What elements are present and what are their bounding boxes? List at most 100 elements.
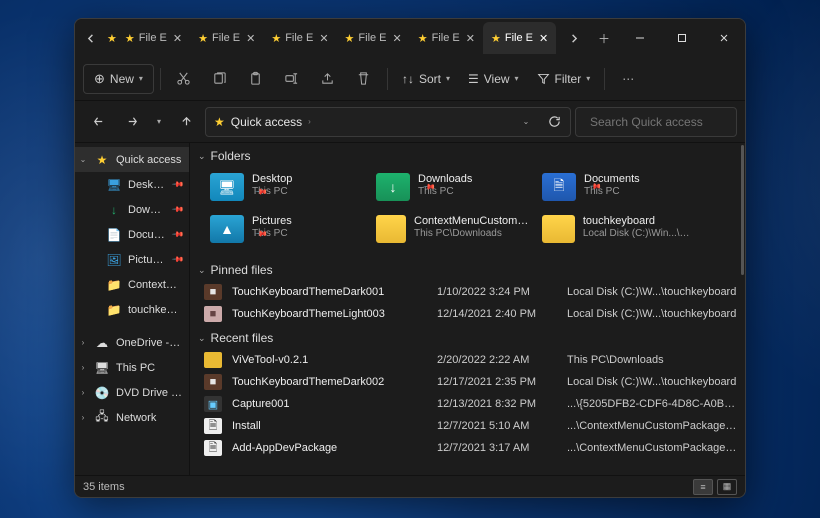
tab-4[interactable]: ★File E✕: [410, 22, 483, 54]
address-dropdown[interactable]: ⌄: [514, 117, 538, 126]
sidebar-item-onedrive-personal[interactable]: ›☁OneDrive - Personal: [75, 330, 189, 355]
group-label: Folders: [211, 149, 251, 163]
chevron-down-icon: ▾: [446, 74, 450, 83]
close-icon[interactable]: ✕: [391, 30, 404, 47]
maximize-button[interactable]: [661, 19, 703, 57]
filter-button[interactable]: Filter ▾: [529, 64, 599, 94]
file-name: Add-AppDevPackage: [232, 442, 427, 454]
sidebar-item-contextmenucust[interactable]: 📁ContextMenuCust: [75, 272, 189, 297]
file-row[interactable]: ■TouchKeyboardThemeLight00312/14/2021 2:…: [190, 303, 745, 325]
file-location: ...\{5205DFB2-CDF6-4D8C-A0B1-3...: [567, 398, 737, 410]
folder-touchkeyboard[interactable]: touchkeyboardLocal Disk (C:)\Win...\Web: [536, 211, 702, 253]
file-name: TouchKeyboardThemeLight003: [232, 308, 427, 320]
search-box[interactable]: [575, 107, 737, 137]
close-icon[interactable]: ✕: [317, 30, 330, 47]
search-input[interactable]: [590, 115, 745, 129]
refresh-button[interactable]: [542, 115, 566, 128]
file-row[interactable]: 🗎Add-AppDevPackage12/7/2021 3:17 AM...\C…: [190, 437, 745, 459]
folder-pictures[interactable]: ▲PicturesThis PC📌: [204, 211, 370, 253]
close-icon[interactable]: ✕: [464, 30, 477, 47]
pin-icon: 📌: [171, 228, 184, 241]
folder-documents[interactable]: 🗎DocumentsThis PC📌: [536, 169, 702, 211]
nav-recent-button[interactable]: ▾: [151, 107, 167, 137]
nav-up-button[interactable]: [171, 107, 201, 137]
copy-button[interactable]: [203, 64, 237, 94]
address-bar[interactable]: ★ Quick access › ⌄: [205, 107, 571, 137]
file-row[interactable]: ■TouchKeyboardThemeDark0011/10/2022 3:24…: [190, 281, 745, 303]
tab-2[interactable]: ★File E✕: [263, 22, 336, 54]
breadcrumb[interactable]: ★ Quick access ›: [210, 108, 315, 136]
folder-icon: 📁: [106, 303, 122, 317]
sidebar-quick-access[interactable]: ⌄ ★ Quick access: [75, 147, 189, 172]
sidebar-item-dvd-drive-d-ccco[interactable]: ›💿DVD Drive (D:) CCCO: [75, 380, 189, 405]
file-row[interactable]: ▣Capture00112/13/2021 8:32 PM...\{5205DF…: [190, 393, 745, 415]
sidebar-item-touchkeyboard[interactable]: 📁touchkeyboard: [75, 297, 189, 322]
folder-icon: 🖼: [106, 253, 122, 267]
group-folders-header[interactable]: ⌄ Folders: [190, 143, 745, 167]
cut-button[interactable]: [167, 64, 201, 94]
filter-label: Filter: [555, 72, 582, 86]
share-button[interactable]: [311, 64, 345, 94]
tab-forward-button[interactable]: [559, 24, 587, 52]
file-explorer-window: ★ ★File E✕★File E✕★File E✕★File E✕★File …: [74, 18, 746, 498]
chevron-right-icon: ›: [78, 363, 88, 372]
close-icon[interactable]: ✕: [171, 30, 184, 47]
chevron-down-icon: ▾: [515, 74, 519, 83]
sidebar-item-this-pc[interactable]: ›🖥This PC: [75, 355, 189, 380]
view-button[interactable]: ☰ View ▾: [460, 64, 527, 94]
sidebar-item-label: This PC: [116, 362, 183, 374]
scrollbar-thumb[interactable]: [741, 145, 744, 275]
close-icon[interactable]: ✕: [244, 30, 257, 47]
more-button[interactable]: ⋯: [611, 64, 645, 94]
folder-icon: 🖥: [106, 178, 122, 192]
file-location: Local Disk (C:)\W...\touchkeyboard: [567, 376, 737, 388]
file-location: Local Disk (C:)\W...\touchkeyboard: [567, 286, 737, 298]
minimize-button[interactable]: [619, 19, 661, 57]
folder-location: This PC\Downloads: [414, 228, 530, 239]
star-icon: ★: [125, 32, 135, 45]
folder-desktop[interactable]: 🖥DesktopThis PC📌: [204, 169, 370, 211]
paste-button[interactable]: [239, 64, 273, 94]
folder-downloads[interactable]: ↓DownloadsThis PC📌: [370, 169, 536, 211]
group-pinned-header[interactable]: ⌄Pinned files: [190, 257, 745, 281]
tab-0[interactable]: ★File E✕: [117, 22, 190, 54]
delete-button[interactable]: [347, 64, 381, 94]
folder-icon: [542, 215, 575, 243]
file-name: ViVeTool-v0.2.1: [232, 354, 427, 366]
folder-icon: 🗎: [542, 173, 576, 201]
nav-back-button[interactable]: [83, 107, 113, 137]
rename-button[interactable]: [275, 64, 309, 94]
tab-label: File E: [212, 32, 240, 44]
chevron-down-icon: ⌄: [198, 151, 206, 162]
sidebar-item-desktop[interactable]: 🖥Desktop📌: [75, 172, 189, 197]
toolbar: ⊕ New ▾ ↑↓ Sort ▾ ☰ View ▾ Filter ▾ ⋯: [75, 57, 745, 101]
address-row: ▾ ★ Quick access › ⌄: [75, 101, 745, 143]
sidebar-item-downloads[interactable]: ↓Downloads📌: [75, 197, 189, 222]
sort-button[interactable]: ↑↓ Sort ▾: [394, 64, 458, 94]
new-button[interactable]: ⊕ New ▾: [83, 64, 154, 94]
tab-back-button[interactable]: [77, 24, 105, 52]
file-name: Install: [232, 420, 427, 432]
sidebar-item-documents[interactable]: 📄Documents📌: [75, 222, 189, 247]
pin-icon: 📌: [171, 178, 184, 191]
pin-icon: 📌: [171, 203, 184, 216]
file-row[interactable]: ■TouchKeyboardThemeDark00212/17/2021 2:3…: [190, 371, 745, 393]
details-view-button[interactable]: ≡: [693, 479, 713, 495]
sidebar-item-pictures[interactable]: 🖼Pictures📌: [75, 247, 189, 272]
group-recent-header[interactable]: ⌄Recent files: [190, 325, 745, 349]
close-button[interactable]: [703, 19, 745, 57]
tab-5[interactable]: ★File E✕: [483, 22, 556, 54]
chevron-right-icon: ›: [78, 338, 88, 347]
sidebar-item-label: Quick access: [116, 154, 183, 166]
star-icon: ★: [198, 32, 208, 45]
new-tab-button[interactable]: ＋: [589, 30, 619, 47]
close-icon[interactable]: ✕: [537, 30, 550, 47]
file-row[interactable]: 🗎Install12/7/2021 5:10 AM...\ContextMenu…: [190, 415, 745, 437]
tab-1[interactable]: ★ File E ✕: [190, 22, 263, 54]
tiles-view-button[interactable]: ▦: [717, 479, 737, 495]
tab-strip: ★File E✕★File E✕★File E✕★File E✕★File E✕…: [117, 22, 557, 54]
file-row[interactable]: ViVeTool-v0.2.12/20/2022 2:22 AMThis PC\…: [190, 349, 745, 371]
tab-3[interactable]: ★File E✕: [337, 22, 410, 54]
nav-forward-button[interactable]: [117, 107, 147, 137]
sidebar-item-network[interactable]: ›🖧Network: [75, 405, 189, 430]
